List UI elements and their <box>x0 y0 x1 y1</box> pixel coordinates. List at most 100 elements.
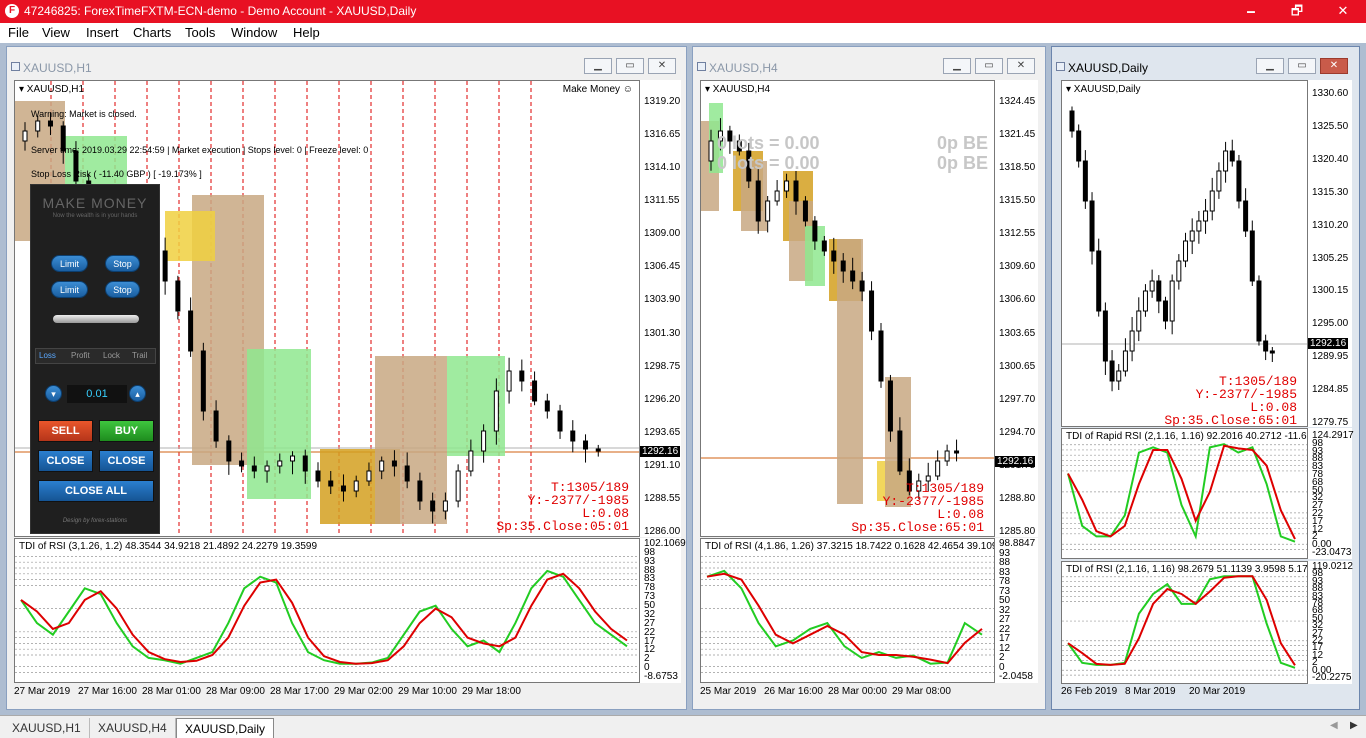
candle-body <box>1263 340 1269 352</box>
tdi-red-line <box>1067 444 1296 540</box>
info-stop-loss: Stop Loss Risk ( -11.40 GBP ) [ -19.173%… <box>31 169 202 179</box>
limit-button-2[interactable]: Limit <box>51 281 88 298</box>
price-axis-daily[interactable]: 1330.60 1325.50 1320.40 1315.30 1310.20 1305.… <box>1308 80 1352 428</box>
menu-help[interactable]: Help <box>293 25 320 40</box>
candle-body <box>417 480 423 502</box>
chart-restore-button[interactable]: ▭ <box>616 58 644 74</box>
candle-body <box>22 130 28 142</box>
price-chart-h4[interactable]: ▾ XAUUSD,H4 0 lots = 0.00 0 lots = 0.00 … <box>700 80 995 537</box>
candle-body <box>1216 170 1222 192</box>
menu-tools[interactable]: Tools <box>185 25 215 40</box>
time-tick-label: 28 Mar 01:00 <box>142 686 201 697</box>
chart-close-button[interactable]: ✕ <box>1320 58 1348 74</box>
candle-body <box>442 500 448 512</box>
lots-overlay: 0 lots = 0.00 0 lots = 0.00 <box>717 133 820 173</box>
candle-body <box>557 410 563 432</box>
tdi-red-line <box>706 572 983 665</box>
menu-window[interactable]: Window <box>231 25 277 40</box>
tab-loss[interactable]: Loss <box>39 351 56 360</box>
close-sell-button[interactable]: CLOSE <box>38 450 93 472</box>
daily-rapid-tdi-lines <box>1062 443 1307 550</box>
stop-button-1[interactable]: Stop <box>105 255 140 272</box>
slider[interactable] <box>53 315 139 323</box>
axis-tick-label: 1314.10 <box>644 162 681 174</box>
candle-body <box>1096 250 1102 312</box>
price-axis-h4[interactable]: 1324.45 1321.45 1318.50 1315.50 1312.55 1309.… <box>995 80 1038 537</box>
indicator-pane-h4[interactable]: TDI of RSI (4,1.86, 1.26) 37.3215 18.742… <box>700 538 995 683</box>
indicator-pane-daily-1[interactable]: TDI of Rapid RSI (2,1.16, 1.16) 92.2016 … <box>1061 428 1308 559</box>
candle-body <box>1089 200 1095 252</box>
axis-tick-label: 1316.65 <box>644 129 681 141</box>
red-line-4: Sp:35.Close:65:01 <box>1164 413 1297 427</box>
symbol-label: ▾ XAUUSD,Daily <box>1066 84 1141 95</box>
menu-insert[interactable]: Insert <box>86 25 119 40</box>
lot-size-field[interactable]: 0.01 <box>67 385 127 403</box>
axis-tick-label: 1324.45 <box>999 96 1036 107</box>
tab-xauusd-h1[interactable]: XAUUSD,H1 <box>4 718 90 738</box>
candle-body <box>1223 150 1229 172</box>
axis-tick-label: 1300.65 <box>999 360 1036 372</box>
candle-body <box>1229 150 1235 162</box>
lot-increase-button[interactable]: ▴ <box>129 385 146 402</box>
chart-close-button[interactable]: ✕ <box>648 58 676 74</box>
tab-trail[interactable]: Trail <box>132 351 147 360</box>
minimize-button[interactable]: 🗕 <box>1228 0 1274 23</box>
tab-xauusd-daily[interactable]: XAUUSD,Daily <box>176 718 275 738</box>
candle-body <box>765 200 771 222</box>
trade-zone-box <box>165 211 215 261</box>
chart-restore-button[interactable]: ▭ <box>1288 58 1316 74</box>
trade-zone-box <box>837 239 863 504</box>
sell-button[interactable]: SELL <box>38 420 93 442</box>
menu-view[interactable]: View <box>42 25 70 40</box>
breakeven-overlay: 0p BE 0p BE <box>937 133 988 173</box>
chart-restore-button[interactable]: ▭ <box>975 58 1003 74</box>
candle-body <box>328 480 334 487</box>
close-buy-button[interactable]: CLOSE <box>99 450 154 472</box>
candle-body <box>493 390 499 432</box>
chart-window-titlebar[interactable]: XAUUSD,H1 ▁ ▭ ✕ <box>7 47 686 79</box>
chart-close-button[interactable]: ✕ <box>1007 58 1035 74</box>
panel-tabs: Loss Profit Lock Trail <box>35 348 156 364</box>
close-button[interactable]: ✕ <box>1320 0 1366 23</box>
candle-body <box>850 270 856 282</box>
indicator-axis-h1: 102.1069 98 93 88 83 78 73 50 32 27 22 17 12 2 0 -8.675… <box>640 538 686 683</box>
price-axis-h1[interactable]: 1319.20 1316.65 1314.10 1311.55 1309.00 1306.… <box>640 80 681 537</box>
tab-profit[interactable]: Profit <box>71 351 90 360</box>
buy-button[interactable]: BUY <box>99 420 154 442</box>
candle-body <box>1183 240 1189 262</box>
menu-file[interactable]: File <box>8 25 29 40</box>
tab-xauusd-h4[interactable]: XAUUSD,H4 <box>90 718 176 738</box>
chart-minimize-button[interactable]: ▁ <box>1256 58 1284 74</box>
tab-scroll-left-icon[interactable]: ◀ <box>1330 720 1338 731</box>
candle-body <box>897 430 903 472</box>
stop-button-2[interactable]: Stop <box>105 281 140 298</box>
indicator-pane-daily-2[interactable]: TDI of RSI (2,1.16, 1.16) 98.2679 51.113… <box>1061 561 1308 684</box>
tab-scroll-right-icon[interactable]: ▶ <box>1350 720 1358 731</box>
panel-subtitle: Now the wealth is in your hands <box>52 213 138 219</box>
tab-lock[interactable]: Lock <box>103 351 120 360</box>
price-chart-daily[interactable]: ▾ XAUUSD,Daily T:1305/189 Y:-2377/-1985 … <box>1061 80 1308 427</box>
chart-minimize-button[interactable]: ▁ <box>584 58 612 74</box>
restore-button[interactable]: 🗗 <box>1274 0 1320 23</box>
close-all-button[interactable]: CLOSE ALL <box>38 480 154 502</box>
candle-body <box>1136 310 1142 332</box>
lot-decrease-button[interactable]: ▾ <box>45 385 62 402</box>
chart-window-titlebar[interactable]: XAUUSD,H4 ▁ ▭ ✕ <box>693 47 1045 79</box>
candle-body <box>340 485 346 492</box>
app-icon: F <box>5 4 19 18</box>
axis-tick-label: 1306.60 <box>999 294 1036 306</box>
indicator-pane-h1[interactable]: TDI of RSI (3,1.26, 1.2) 48.3544 34.9218… <box>14 538 640 683</box>
chart-window-titlebar[interactable]: XAUUSD,Daily ▁ ▭ ✕ <box>1052 47 1359 79</box>
candle-body <box>366 470 372 482</box>
title-bar: F 47246825: ForexTimeFXTM-ECN-demo - Dem… <box>0 0 1366 23</box>
chart-minimize-button[interactable]: ▁ <box>943 58 971 74</box>
panel-footer: Design by forex-stations <box>62 518 128 524</box>
candle-body <box>878 330 884 382</box>
chart-window-title: XAUUSD,H1 <box>23 61 92 75</box>
candle-body <box>226 440 232 462</box>
menu-charts[interactable]: Charts <box>133 25 171 40</box>
axis-tick-label: 1291.10 <box>644 459 681 471</box>
menu-bar: File View Insert Charts Tools Window Hel… <box>0 23 1366 43</box>
limit-button-1[interactable]: Limit <box>51 255 88 272</box>
time-tick-label: 28 Mar 17:00 <box>270 686 329 697</box>
